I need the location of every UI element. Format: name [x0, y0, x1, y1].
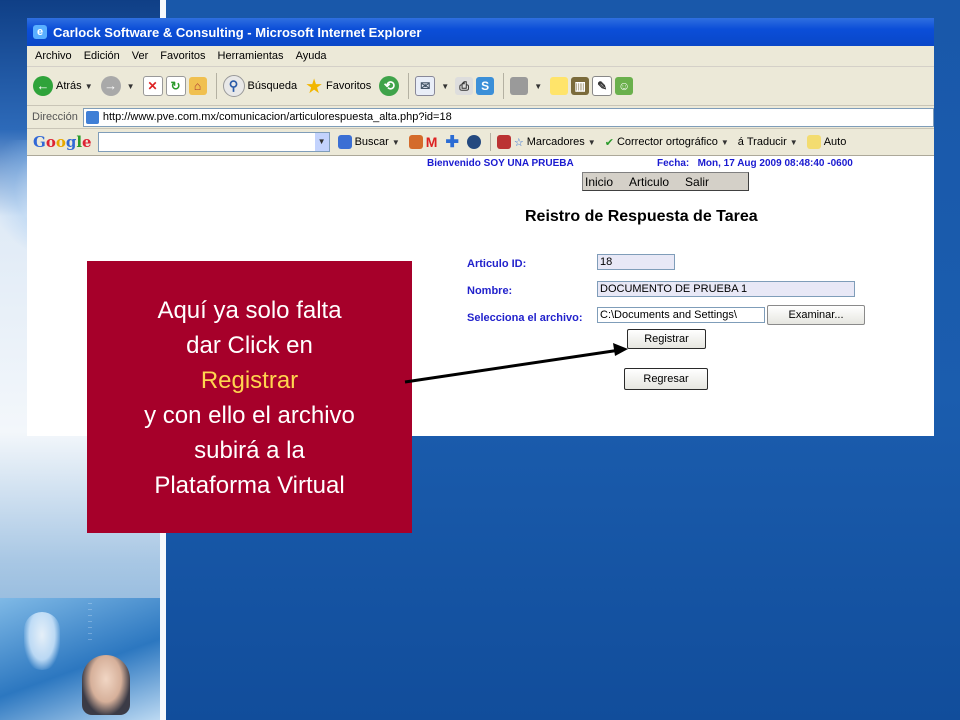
- pointer-arrow: [404, 343, 628, 384]
- arrow-head-icon: [613, 343, 628, 356]
- arrow-line: [404, 348, 621, 384]
